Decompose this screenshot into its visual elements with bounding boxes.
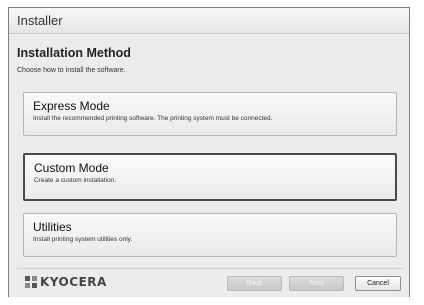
kyocera-logo-icon xyxy=(25,276,37,288)
utilities-option[interactable]: Utilities Install printing system utilit… xyxy=(23,213,397,257)
window-title: Installer xyxy=(17,13,63,28)
footer-divider xyxy=(17,268,403,269)
express-mode-title: Express Mode xyxy=(33,99,110,113)
custom-mode-option[interactable]: Custom Mode Create a custom installation… xyxy=(23,153,397,201)
page-title: Installation Method xyxy=(17,46,131,60)
installer-window: Installer Installation Method Choose how… xyxy=(8,7,410,297)
express-mode-option[interactable]: Express Mode Install the recommended pri… xyxy=(23,92,397,136)
custom-mode-description: Create a custom installation. xyxy=(34,177,117,184)
utilities-title: Utilities xyxy=(33,220,72,234)
screen: Installer Installation Method Choose how… xyxy=(0,0,424,305)
custom-mode-title: Custom Mode xyxy=(34,161,109,175)
utilities-description: Install printing system utilities only. xyxy=(33,236,133,243)
installer-body: Installation Method Choose how to instal… xyxy=(9,35,409,297)
back-button[interactable]: Back xyxy=(227,276,282,291)
kyocera-logo: KYOCERA xyxy=(25,275,107,289)
title-bar: Installer xyxy=(9,8,409,34)
kyocera-logo-text: KYOCERA xyxy=(40,275,107,289)
cancel-button[interactable]: Cancel xyxy=(355,276,401,291)
next-button[interactable]: Next xyxy=(289,276,344,291)
express-mode-description: Install the recommended printing softwar… xyxy=(33,115,273,122)
page-subtitle: Choose how to install the software. xyxy=(17,67,126,74)
